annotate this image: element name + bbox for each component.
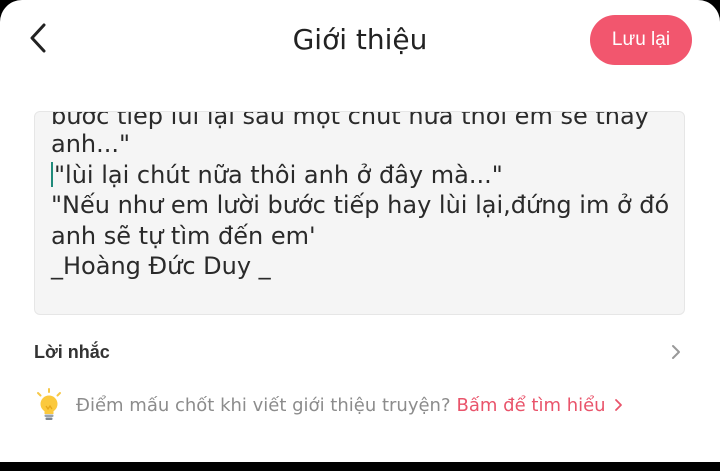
description-editor[interactable]: bước tiếp lùi lại sau một chút nữa thôi … [34,111,685,315]
editor-line-with-caret: "lùi lại chút nữa thôi anh ở đây mà..." [51,160,670,191]
lightbulb-icon [37,388,61,420]
tip-row: Điểm mấu chốt khi viết giới thiệu truyện… [34,388,626,422]
editor-line: "Nếu như em lười bước tiếp hay lùi lại,đ… [51,191,670,219]
save-button[interactable]: Lưu lại [590,15,692,65]
hint-label: Lời nhắc [34,342,110,362]
chevron-right-icon [614,399,622,411]
editor-line: "lùi lại chút nữa thôi anh ở đây mà..." [54,160,503,189]
system-bottom-bar [0,462,720,471]
editor-line: _Hoàng Đức Duy _ [51,252,271,280]
hint-expand-button[interactable] [666,340,686,364]
editor-line: anh..." [51,130,131,158]
editor-text[interactable]: bước tiếp lùi lại sau một chút nữa thôi … [51,112,670,282]
editor-line: bước tiếp lùi lại sau một chút nữa thôi … [51,111,649,130]
tip-text: Điểm mấu chốt khi viết giới thiệu truyện… [76,394,451,416]
screen: Giới thiệu Lưu lại bước tiếp lùi lại sau… [0,0,720,462]
editor-line: anh sẽ tự tìm đến em' [51,221,316,250]
learn-more-link[interactable]: Bấm để tìm hiểu [457,395,626,416]
text-caret [51,161,53,187]
learn-more-label: Bấm để tìm hiểu [456,394,606,416]
chevron-right-icon [672,345,680,359]
